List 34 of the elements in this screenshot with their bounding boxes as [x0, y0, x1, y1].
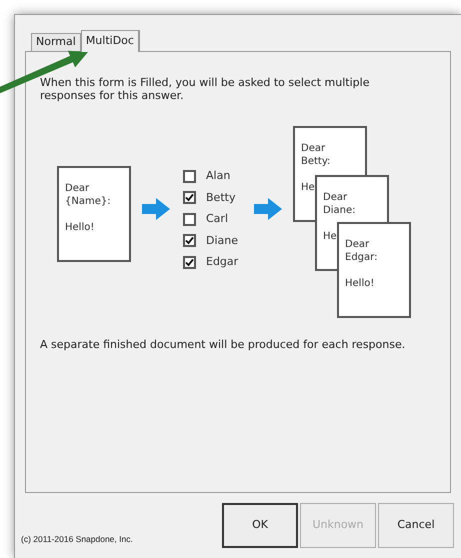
checkmark-icon — [185, 258, 194, 267]
tab[interactable]: Normal — [31, 33, 81, 51]
checkbox-label: Diane — [206, 232, 238, 248]
document-text: Hello! — [65, 221, 94, 234]
checkbox[interactable] — [183, 256, 196, 269]
document-text: Dear — [65, 182, 90, 195]
document-text: Dear — [301, 142, 326, 155]
arrow-right-icon — [142, 198, 170, 220]
checkbox[interactable] — [183, 191, 196, 204]
checkbox[interactable] — [183, 234, 196, 248]
document-text: Hello! — [345, 277, 374, 290]
footer-text: A separate finished document will be produced for each response. — [40, 338, 406, 351]
checkmark-icon — [185, 236, 194, 246]
document-text: Dear — [345, 238, 370, 251]
checkbox-label: Carl — [206, 211, 228, 227]
document-text: Diane: — [323, 204, 356, 217]
dialog-button[interactable]: OK — [222, 503, 298, 548]
document-text: He — [301, 181, 315, 194]
document-text: Dear — [323, 191, 348, 204]
document-text: Edgar: — [345, 251, 378, 264]
document-text: Betty: — [301, 155, 332, 168]
tab[interactable]: MultiDoc — [80, 30, 140, 52]
checkmark-icon — [185, 193, 194, 202]
intro-text: When this form is Filled, you will be asked to select multiple responses for this answer. — [40, 76, 370, 102]
checkbox[interactable] — [183, 170, 196, 183]
dialog-button[interactable]: Cancel — [378, 503, 454, 548]
document-text: He — [323, 230, 337, 243]
document-text: {Name}: — [65, 195, 112, 208]
checkbox-label: Edgar — [206, 254, 238, 270]
checkbox-label: Alan — [206, 168, 230, 184]
copyright-text: (c) 2011-2016 Snapdone, Inc. — [21, 533, 133, 546]
arrow-right-icon — [254, 198, 282, 220]
checkbox-label: Betty — [206, 190, 236, 206]
checkbox[interactable] — [183, 212, 196, 226]
